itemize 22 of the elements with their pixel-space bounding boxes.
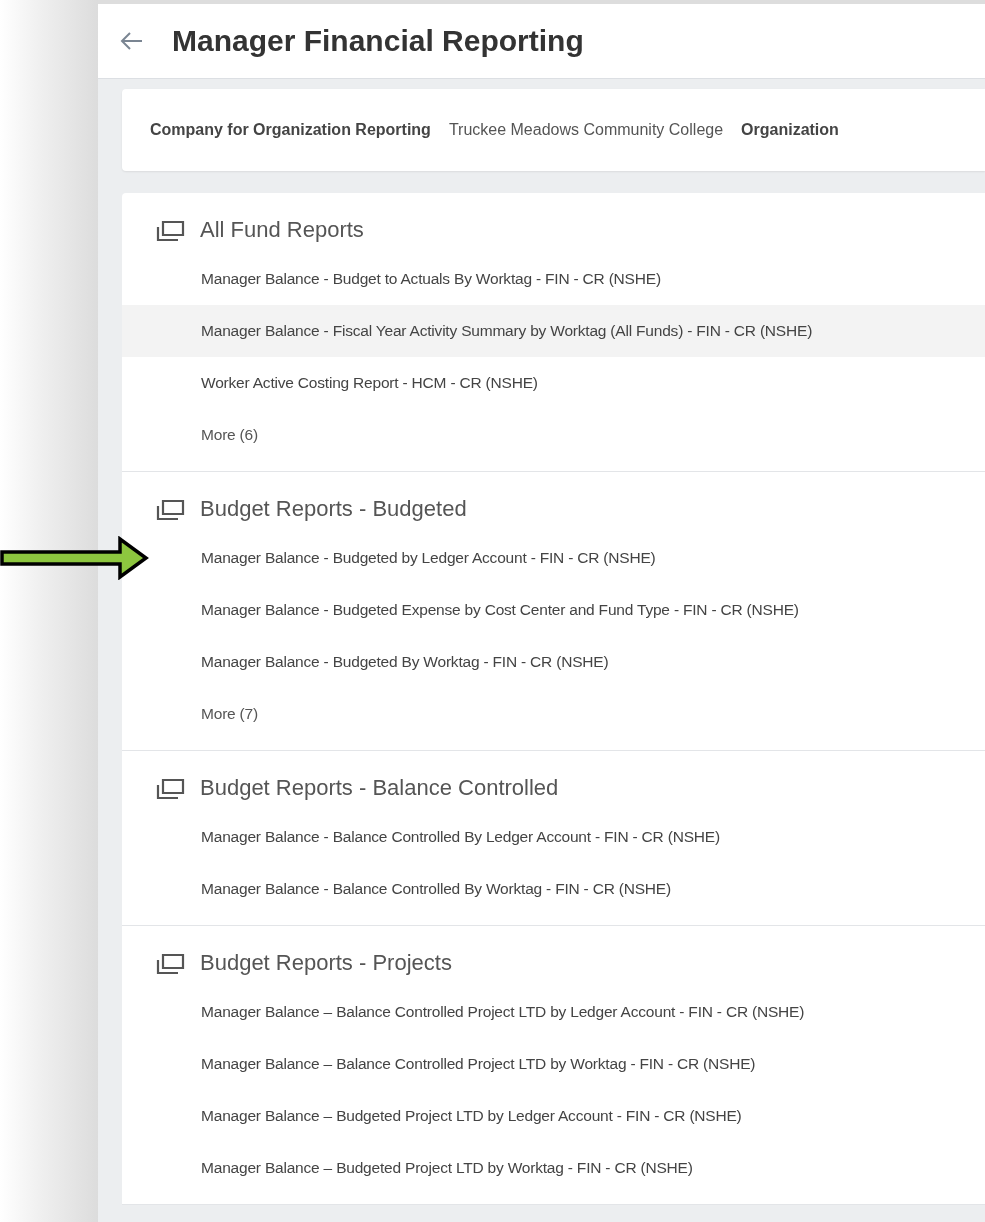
more-link[interactable]: More (6) [201, 426, 258, 444]
more-link[interactable]: More (7) [201, 705, 258, 723]
report-link[interactable]: Manager Balance – Budgeted Project LTD by Worktag - FIN - CR (NSHE) [201, 1159, 693, 1177]
section-title: Budget Reports - Budgeted [200, 496, 467, 522]
report-link[interactable]: Manager Balance - Fiscal Year Activity Summary by Worktag (All Funds) - FIN - CR (NSHE) [201, 322, 813, 340]
report-link[interactable]: Manager Balance - Budgeted By Worktag - FIN - CR (NSHE) [201, 653, 609, 671]
report-link[interactable]: Manager Balance - Balance Controlled By Worktag - FIN - CR (NSHE) [201, 880, 671, 898]
page-title: Manager Financial Reporting [172, 24, 584, 58]
report-link[interactable]: Worker Active Costing Report - HCM - CR (NSHE) [201, 374, 538, 392]
report-link[interactable]: Manager Balance – Balance Controlled Project LTD by Worktag - FIN - CR (NSHE) [201, 1055, 756, 1073]
section-title: Budget Reports - Balance Controlled [200, 775, 559, 801]
filter-value: Truckee Meadows Community College [448, 121, 724, 139]
filter-label: Organization [741, 121, 839, 139]
report-link[interactable]: Manager Balance - Budget to Actuals By Worktag - FIN - CR (NSHE) [201, 270, 661, 288]
report-link[interactable]: Manager Balance – Balance Controlled Project LTD by Ledger Account - FIN - CR (NSHE) [201, 1003, 805, 1021]
section-title: All Fund Reports [200, 217, 364, 243]
report-link[interactable]: Manager Balance - Budgeted Expense by Cost Center and Fund Type - FIN - CR (NSHE) [201, 601, 799, 619]
report-link[interactable]: Manager Balance - Budgeted by Ledger Account - FIN - CR (NSHE) [201, 549, 656, 567]
report-link[interactable]: Manager Balance – Budgeted Project LTD by Ledger Account - FIN - CR (NSHE) [201, 1107, 742, 1125]
section-title: Budget Reports - Projects [200, 950, 452, 976]
report-link[interactable]: Manager Balance - Balance Controlled By Ledger Account - FIN - CR (NSHE) [201, 828, 720, 846]
filter-label: Company for Organization Reporting [150, 121, 431, 139]
